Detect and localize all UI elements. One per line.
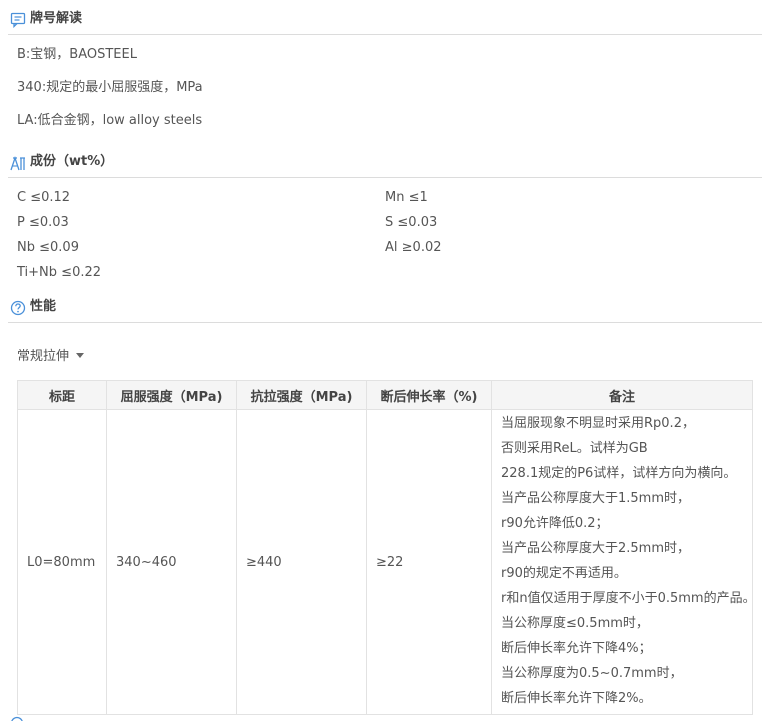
test-type-dropdown[interactable]: 常规拉伸 [17,348,85,366]
brand-section-title: 牌号解读 [30,11,83,26]
note-line: 当公称厚度为0.5~0.7mm时， [501,666,683,681]
brand-line-3: LA:低合金钢，low alloy steels [17,113,203,128]
brand-line-1: B:宝钢，BAOSTEEL [17,47,137,62]
table-header-row: 标距 屈服强度（MPa) 抗拉强度（MPa) 断后伸长率（%) 备注 [17,380,753,410]
table-row: L0=80mm 340~460 ≥440 ≥22 当屈服现象不明显时采用Rp0.… [17,409,756,715]
element-value: ≤0.22 [61,265,102,280]
element-value: ≤0.12 [30,190,71,205]
composition-item: Al ≥0.02 [385,239,442,257]
column-header-gauge: 标距 [17,380,107,410]
column-header-yield: 屈服强度（MPa) [106,380,237,410]
note-line: 当屈服现象不明显时采用Rp0.2， [501,416,695,431]
element-name: Al [385,240,398,255]
note-line: r90允许降低0.2； [501,516,609,531]
next-section-peek [8,714,188,721]
composition-item: Ti+Nb ≤0.22 [17,264,101,282]
composition-section-title: 成份（wt%） [30,154,114,169]
composition-item: S ≤0.03 [385,214,437,232]
caret-down-icon [76,353,85,358]
dropdown-selected-label: 常规拉伸 [17,349,70,364]
notes-cell: 当屈服现象不明显时采用Rp0.2， 否则采用ReL。试样为GB 228.1规定的… [491,409,756,715]
gauge-cell: L0=80mm [17,409,107,715]
next-section-icon [11,716,23,721]
tensile-cell: ≥440 [236,409,367,715]
element-value: ≥0.02 [401,240,442,255]
column-header-notes: 备注 [491,380,753,410]
brand-section-header: 牌号解读 [8,2,762,35]
performance-section-header: 性能 [8,290,762,323]
element-name: S [385,215,394,230]
element-value: ≤0.03 [28,215,69,230]
elongation-cell: ≥22 [366,409,492,715]
yield-cell: 340~460 [106,409,237,715]
note-line: 当公称厚度≤0.5mm时， [501,616,649,631]
element-value: ≤0.03 [397,215,438,230]
composition-item: C ≤0.12 [17,189,70,207]
question-circle-icon [10,300,26,316]
note-line: 当产品公称厚度大于2.5mm时， [501,541,691,556]
element-name: P [17,215,25,230]
column-header-tensile: 抗拉强度（MPa) [236,380,367,410]
element-name: Nb [17,240,35,255]
performance-section-title: 性能 [30,299,57,314]
element-name: C [17,190,27,205]
note-line: 断后伸长率允许下降2%。 [501,691,652,706]
brand-line-2: 340:规定的最小屈服强度，MPa [17,80,203,95]
element-value: ≤1 [408,190,428,205]
properties-table: 标距 屈服强度（MPa) 抗拉强度（MPa) 断后伸长率（%) 备注 L0=80… [17,380,756,715]
note-line: 否则采用ReL。试样为GB [501,441,648,456]
note-line: r90的规定不再适用。 [501,566,627,581]
element-name: Ti+Nb [17,265,58,280]
element-value: ≤0.09 [39,240,79,255]
composition-item: Nb ≤0.09 [17,239,79,257]
note-line: 228.1规定的P6试样，试样方向为横向。 [501,466,737,481]
note-line: 断后伸长率允许下降4%； [501,641,652,656]
note-line: r和n值仅适用于厚度不小于0.5mm的产品。 [501,591,756,606]
column-header-elongation: 断后伸长率（%) [366,380,492,410]
comment-icon [10,12,26,28]
note-line: 当产品公称厚度大于1.5mm时， [501,491,691,506]
element-name: Mn [385,190,405,205]
composition-item: P ≤0.03 [17,214,69,232]
composition-section-header: 成份（wt%） [8,145,762,178]
composition-item: Mn ≤1 [385,189,428,207]
flask-icon [10,155,25,171]
